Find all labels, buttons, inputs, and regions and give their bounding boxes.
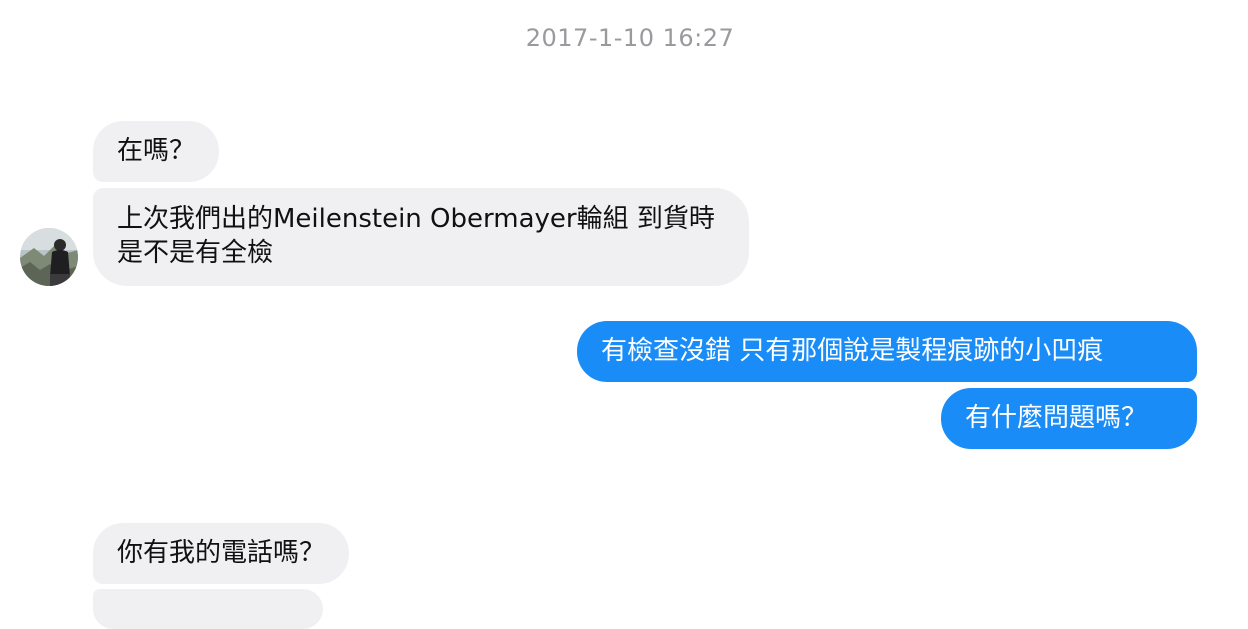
- message-bubble-incoming-partial[interactable]: [93, 589, 323, 629]
- message-bubble-outgoing[interactable]: 有檢查沒錯 只有那個說是製程痕跡的小凹痕: [577, 321, 1197, 382]
- message-text: 有什麼問題嗎？: [965, 403, 1148, 433]
- message-bubble-incoming[interactable]: 上次我們出的Meilenstein Obermayer輪組 到貨時是不是有全檢: [93, 188, 749, 286]
- message-text: 上次我們出的Meilenstein Obermayer輪組 到貨時是不是有全檢: [117, 204, 715, 268]
- message-text: 你有我的電話嗎？: [117, 538, 326, 568]
- message-text: 在嗎？: [117, 136, 196, 166]
- message-bubble-outgoing[interactable]: 有什麼問題嗎？: [941, 388, 1197, 449]
- avatar-photo-icon: [20, 228, 78, 286]
- message-timestamp: 2017-1-10 16:27: [525, 24, 735, 52]
- message-bubble-incoming[interactable]: 你有我的電話嗎？: [93, 523, 350, 584]
- message-text: 有檢查沒錯 只有那個說是製程痕跡的小凹痕: [601, 336, 1104, 366]
- contact-avatar[interactable]: [20, 228, 78, 286]
- message-bubble-incoming[interactable]: 在嗎？: [93, 121, 220, 182]
